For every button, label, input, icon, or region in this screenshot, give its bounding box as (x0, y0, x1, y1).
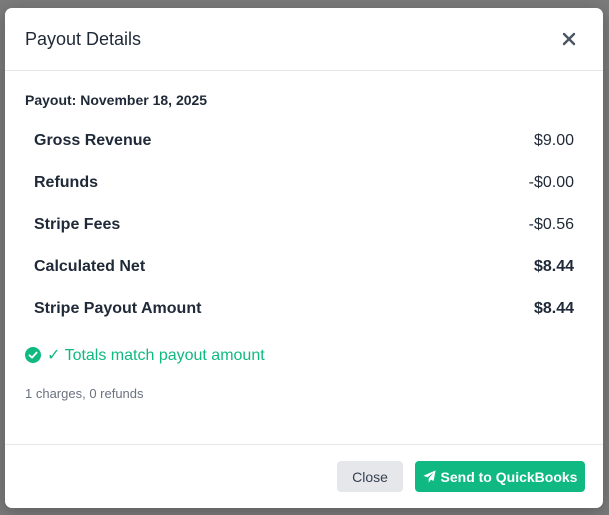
payout-details-modal: Payout Details Payout: November 18, 2025… (5, 8, 603, 508)
row-value: -$0.00 (528, 174, 574, 191)
modal-title: Payout Details (25, 28, 142, 49)
row-label: Stripe Payout Amount (34, 300, 202, 317)
row-value: $8.44 (533, 300, 574, 317)
summary-row-stripe-fees: Stripe Fees -$0.56 (25, 204, 583, 246)
row-value: $9.00 (533, 132, 574, 149)
close-icon[interactable] (555, 25, 583, 53)
modal-body: Payout: November 18, 2025 Gross Revenue … (5, 92, 603, 401)
check-circle-icon (25, 347, 41, 363)
row-label: Gross Revenue (34, 132, 152, 149)
row-label: Refunds (34, 174, 98, 191)
totals-match-text: ✓ Totals match payout amount (47, 347, 265, 364)
summary-row-refunds: Refunds -$0.00 (25, 162, 583, 204)
modal-header: Payout Details (5, 8, 603, 71)
payout-date: Payout: November 18, 2025 (25, 92, 208, 108)
summary-row-calculated-net: Calculated Net $8.44 (25, 246, 583, 288)
send-to-quickbooks-button[interactable]: Send to QuickBooks (415, 461, 585, 492)
summary-table: Gross Revenue $9.00 Refunds -$0.00 Strip… (25, 120, 583, 330)
row-label: Calculated Net (34, 258, 146, 275)
send-button-label: Send to QuickBooks (440, 468, 578, 485)
paper-plane-icon (422, 470, 436, 483)
totals-match-status: ✓ Totals match payout amount (25, 345, 583, 365)
summary-row-stripe-payout-amount: Stripe Payout Amount $8.44 (25, 288, 583, 330)
row-label: Stripe Fees (34, 216, 121, 233)
close-button[interactable]: Close (337, 461, 403, 492)
modal-footer: Close Send to QuickBooks (5, 444, 603, 508)
row-value: -$0.56 (528, 216, 574, 233)
row-value: $8.44 (533, 258, 574, 275)
summary-row-gross-revenue: Gross Revenue $9.00 (25, 120, 583, 162)
charges-refunds-count: 1 charges, 0 refunds (25, 386, 144, 401)
